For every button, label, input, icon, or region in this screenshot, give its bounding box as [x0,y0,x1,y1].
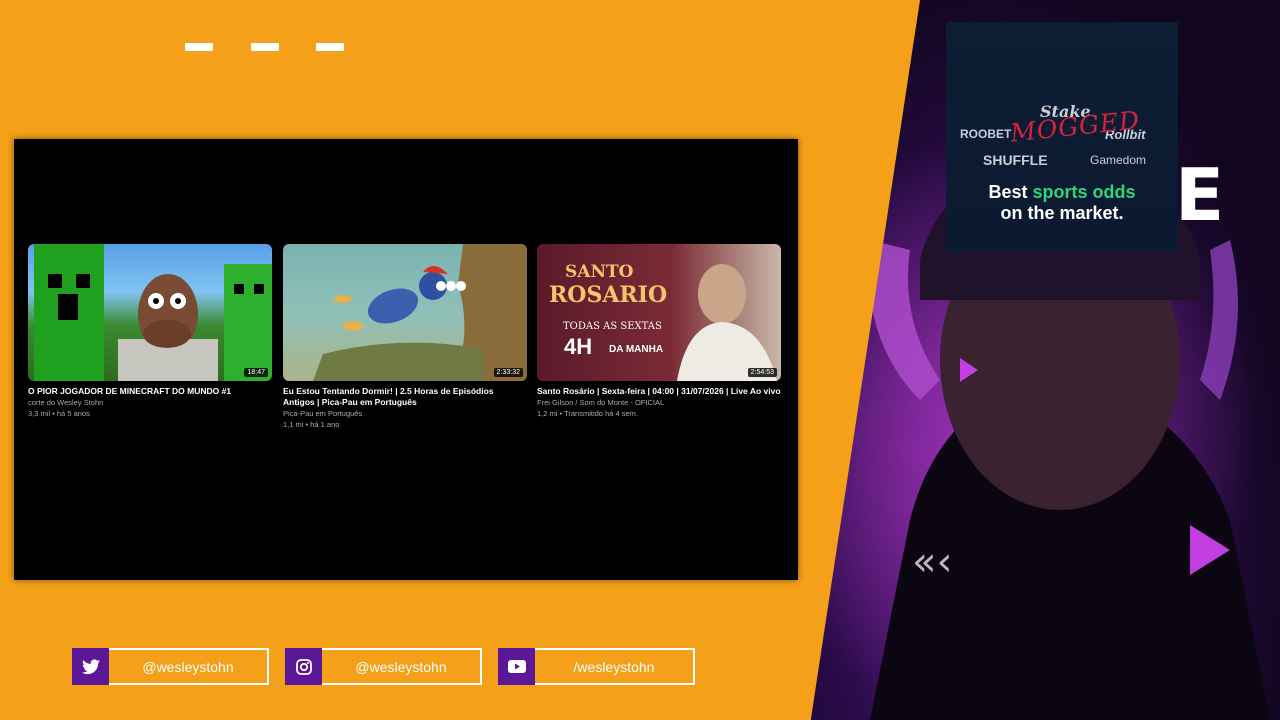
social-twitter[interactable]: @wesleystohn [72,648,269,685]
svg-text:«‹: «‹ [912,539,952,585]
woody-woodpecker-thumbnail-art [313,244,527,381]
twitter-handle: @wesleystohn [109,648,269,685]
video-thumbnail[interactable]: SANTO ROSARIO TODAS AS SEXTAS 4H DA MANH… [537,244,781,381]
video-card[interactable]: 18:47 O PIOR JOGADOR DE MINECRAFT DO MUN… [28,244,272,419]
menu-dash-1 [185,43,213,51]
ad-line2: on the market. [1000,203,1124,223]
video-card[interactable]: 2:33:32 Eu Estou Tentando Dormir! | 2.5 … [283,244,527,430]
video-duration: 18:47 [244,368,268,377]
youtube-handle: /wesleystohn [535,648,695,685]
video-title[interactable]: Eu Estou Tentando Dormir! | 2.5 Horas de… [283,386,527,408]
ad-brand-shuffle: SHUFFLE [983,152,1048,168]
twitter-icon [72,648,109,685]
instagram-handle: @wesleystohn [322,648,482,685]
instagram-icon [285,648,322,685]
video-title[interactable]: O PIOR JOGADOR DE MINECRAFT DO MUNDO #1 [28,386,272,397]
video-channel[interactable]: Frei Gilson / Som do Monte - OFICIAL [537,397,781,408]
ad-line1-a: Best [988,182,1033,202]
video-stats: 1,1 mi • há 1 ano [283,420,340,429]
video-thumbnail[interactable]: 2:33:32 [283,244,527,381]
video-title[interactable]: Santo Rosário | Sexta-feira | 04:00 | 31… [537,386,781,397]
youtube-icon [498,648,535,685]
video-card[interactable]: SANTO ROSARIO TODAS AS SEXTAS 4H DA MANH… [537,244,781,419]
thumb-4h: 4H [564,334,593,359]
ad-brand-gamedom: Gamedom [1090,153,1147,167]
thumb-sextas: TODAS AS SEXTAS [563,321,662,332]
video-thumbnail[interactable]: 18:47 [28,244,272,381]
video-stats: 1,2 mi • Transmitido há 4 sem. [537,409,638,418]
social-instagram[interactable]: @wesleystohn [285,648,482,685]
menu-dash-2 [251,43,279,51]
svg-text:E: E [1175,153,1224,237]
thumb-title-santo: SANTO [565,262,634,282]
social-youtube[interactable]: /wesleystohn [498,648,695,685]
video-duration: 2:33:32 [493,368,523,377]
video-duration: 2:54:53 [747,368,777,377]
video-channel[interactable]: corte do Wesley Stohn [28,397,272,408]
thumb-title-rosario: ROSARIO [549,282,668,308]
ad-brand-roobet: ROOBET [960,127,1012,141]
thumb-da-manha: DA MANHA [609,344,664,355]
menu-dash-3 [316,43,344,51]
ad-highlight: sports odds [1032,182,1136,202]
video-recommendations-panel: 18:47 O PIOR JOGADOR DE MINECRAFT DO MUN… [14,139,798,580]
minecraft-thumbnail-art [34,244,272,381]
video-stats: 3,3 mil • há 5 anos [28,409,90,418]
video-channel[interactable]: Pica-Pau em Português [283,408,527,419]
ad-headline: Best sports odds on the market. [946,182,1178,224]
